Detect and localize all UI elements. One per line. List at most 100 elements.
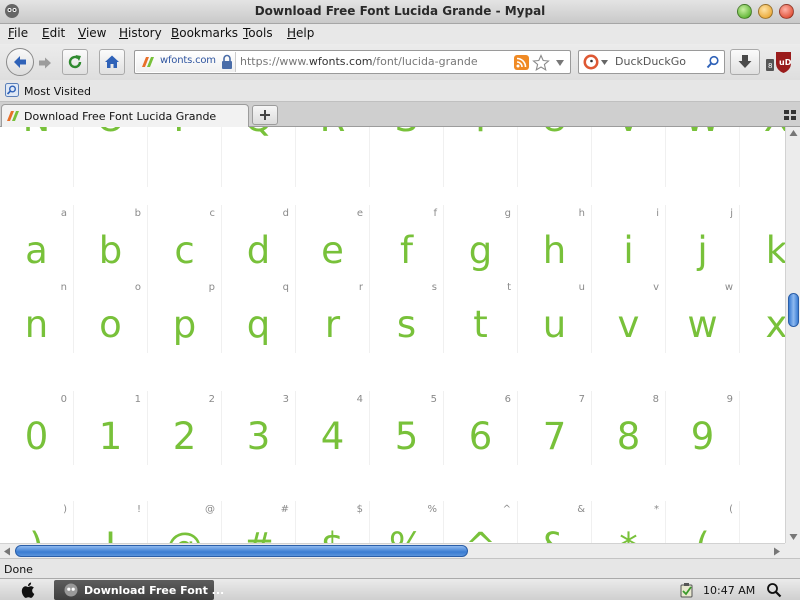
glyph-preview: v bbox=[617, 303, 640, 346]
history-dropdown-icon[interactable] bbox=[555, 59, 565, 67]
vertical-scrollbar[interactable] bbox=[785, 127, 800, 543]
maximize-button[interactable] bbox=[758, 4, 773, 19]
glyph-preview: & bbox=[518, 527, 591, 544]
svg-text:8: 8 bbox=[768, 62, 772, 70]
scroll-right-arrow-icon[interactable] bbox=[773, 547, 781, 556]
menu-edit[interactable]: Edit bbox=[42, 26, 65, 40]
menu-tools[interactable]: Tools bbox=[243, 26, 273, 40]
glyph-label: 1 bbox=[134, 394, 141, 405]
glyph-preview: t bbox=[473, 303, 488, 346]
url-host: wfonts.com bbox=[308, 55, 373, 68]
glyph-cell: P bbox=[148, 127, 222, 187]
glyph-cell: %% bbox=[370, 501, 444, 543]
ublock-addon-icon[interactable]: 8 uD bbox=[764, 49, 794, 75]
menu-history[interactable]: History bbox=[119, 26, 162, 40]
most-visited-bookmark[interactable]: Most Visited bbox=[24, 85, 91, 98]
downloads-button[interactable] bbox=[730, 49, 760, 75]
glyph-preview: n bbox=[24, 303, 49, 346]
close-button[interactable] bbox=[779, 4, 794, 19]
glyph-preview: N bbox=[0, 127, 73, 139]
address-bar[interactable]: wfonts.com https://www.wfonts.com/font/l… bbox=[134, 50, 571, 74]
glyph-cell: k bbox=[740, 205, 785, 279]
glyph-cell: rr bbox=[296, 279, 370, 353]
glyph-preview: 1 bbox=[98, 415, 123, 458]
glyph-cell: aa bbox=[0, 205, 74, 279]
search-icon[interactable] bbox=[766, 582, 782, 598]
glyph-cell: 88 bbox=[592, 391, 666, 465]
search-icon[interactable] bbox=[706, 55, 720, 69]
glyph-preview: ^ bbox=[444, 527, 517, 544]
rss-feed-icon[interactable] bbox=[514, 55, 529, 70]
glyph-cell: ^^ bbox=[444, 501, 518, 543]
scroll-down-arrow-icon[interactable] bbox=[789, 533, 798, 541]
menu-view[interactable]: View bbox=[78, 26, 106, 40]
glyph-label: g bbox=[504, 208, 511, 219]
home-button[interactable] bbox=[99, 49, 125, 75]
glyph-preview: S bbox=[370, 127, 443, 139]
glyph-preview: j bbox=[697, 229, 708, 272]
glyph-preview: ! bbox=[74, 527, 147, 544]
tab-bar: Download Free Font Lucida Grande bbox=[0, 102, 800, 128]
glyph-cell: T bbox=[444, 127, 518, 187]
glyph-label: ! bbox=[136, 504, 141, 515]
glyph-label: @ bbox=[205, 504, 215, 515]
menu-bookmarks[interactable]: Bookmarks bbox=[171, 26, 238, 40]
duckduckgo-icon[interactable] bbox=[583, 54, 599, 70]
glyph-cell: x bbox=[740, 279, 785, 353]
search-bar[interactable] bbox=[578, 50, 725, 74]
glyph-cell: )) bbox=[0, 501, 74, 543]
vertical-scroll-thumb[interactable] bbox=[788, 293, 799, 327]
glyph-preview: a bbox=[25, 229, 48, 272]
glyph-label: v bbox=[653, 282, 659, 293]
minimize-button[interactable] bbox=[737, 4, 752, 19]
glyph-label: ( bbox=[729, 504, 733, 515]
page-content[interactable]: NOPQRSTUVWXaabbccddeeffgghhiijjknnooppqq… bbox=[0, 127, 785, 543]
glyph-cell: pp bbox=[148, 279, 222, 353]
glyph-cell: vv bbox=[592, 279, 666, 353]
most-visited-icon[interactable] bbox=[5, 83, 19, 97]
glyph-cell: 44 bbox=[296, 391, 370, 465]
glyph-label: j bbox=[730, 208, 733, 219]
glyph-label: ^ bbox=[502, 504, 511, 515]
glyph-preview: O bbox=[74, 127, 147, 139]
glyph-preview: s bbox=[396, 303, 417, 346]
title-bar[interactable]: Download Free Font Lucida Grande - Mypal bbox=[0, 0, 800, 24]
status-text: Done bbox=[4, 563, 33, 576]
site-domain-label: wfonts.com bbox=[160, 55, 216, 66]
glyph-cell: ** bbox=[592, 501, 666, 543]
glyph-label: s bbox=[431, 282, 437, 293]
url-text[interactable]: https://www.wfonts.com/font/lucida-grand… bbox=[240, 55, 478, 68]
horizontal-scroll-thumb[interactable] bbox=[15, 545, 468, 557]
horizontal-scrollbar[interactable] bbox=[0, 543, 785, 558]
clock[interactable]: 10:47 AM bbox=[703, 584, 755, 597]
glyph-cell bbox=[740, 501, 785, 543]
back-button[interactable] bbox=[6, 48, 34, 76]
search-input[interactable] bbox=[615, 55, 705, 68]
glyph-preview: @ bbox=[148, 527, 221, 544]
scroll-up-arrow-icon[interactable] bbox=[789, 129, 798, 137]
apple-logo-icon[interactable] bbox=[20, 581, 38, 599]
glyph-preview: c bbox=[174, 229, 195, 272]
taskbar-window-button[interactable]: Download Free Font ... bbox=[54, 580, 224, 600]
glyph-cell: ww bbox=[666, 279, 740, 353]
clipboard-tray-icon[interactable] bbox=[680, 582, 694, 598]
forward-button[interactable] bbox=[34, 53, 56, 73]
glyph-cell: U bbox=[518, 127, 592, 187]
glyph-label: ) bbox=[63, 504, 67, 515]
menu-file[interactable]: File bbox=[8, 26, 28, 40]
list-all-tabs-icon[interactable] bbox=[784, 110, 796, 120]
glyph-label: * bbox=[654, 504, 659, 515]
bookmark-star-icon[interactable] bbox=[532, 54, 550, 72]
engine-dropdown-icon[interactable] bbox=[601, 60, 608, 65]
scroll-left-arrow-icon[interactable] bbox=[3, 547, 11, 556]
reload-button[interactable] bbox=[62, 49, 88, 75]
new-tab-button[interactable] bbox=[252, 105, 278, 125]
glyph-cell: ff bbox=[370, 205, 444, 279]
menu-help[interactable]: Help bbox=[287, 26, 314, 40]
glyph-label: h bbox=[578, 208, 585, 219]
tab-active[interactable]: Download Free Font Lucida Grande bbox=[1, 104, 249, 128]
status-bar: Done bbox=[0, 558, 800, 578]
glyph-cell: 11 bbox=[74, 391, 148, 465]
glyph-preview: h bbox=[542, 229, 567, 272]
glyph-label: d bbox=[282, 208, 289, 219]
